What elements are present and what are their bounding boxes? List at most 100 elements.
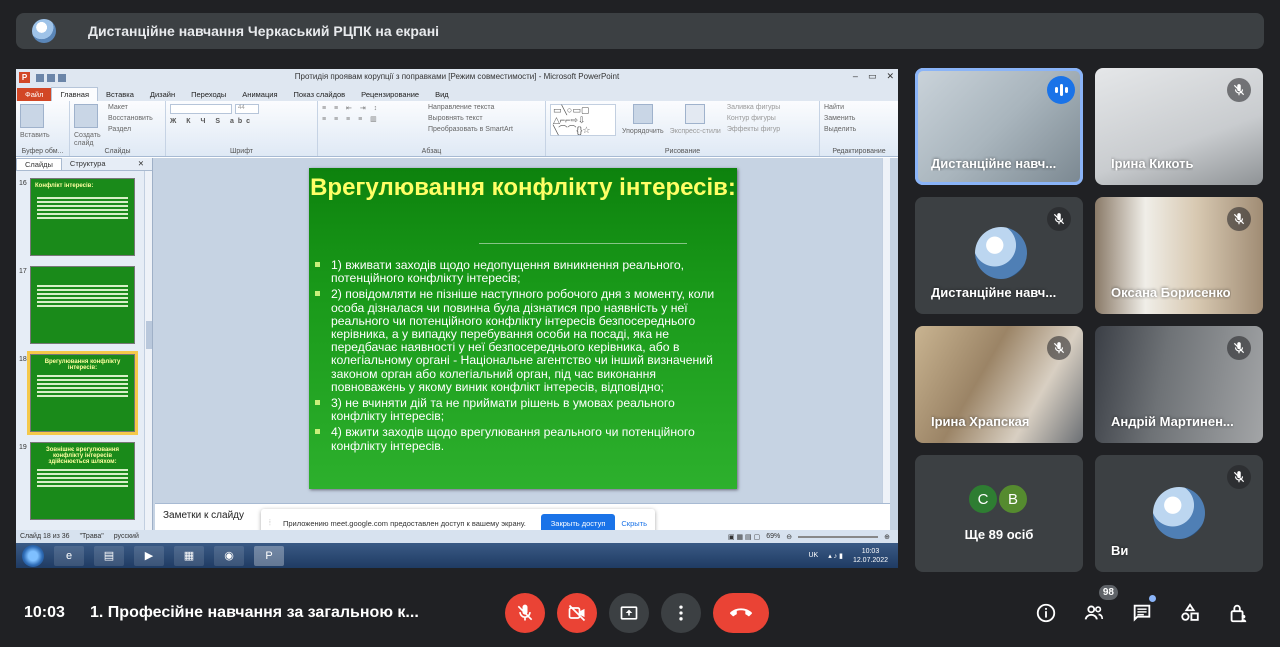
- participant-name: Оксана Борисенко: [1111, 285, 1231, 300]
- slide-editing-area: Врегулювання конфлікту інтересів: 1) вжи…: [155, 158, 890, 503]
- meeting-clock: 10:03: [24, 604, 65, 621]
- tab-view[interactable]: Вид: [427, 88, 457, 101]
- calculator-icon[interactable]: ▦: [174, 545, 204, 566]
- participant-tile[interactable]: Андрій Мартинен...: [1095, 326, 1263, 443]
- people-button[interactable]: 98: [1076, 585, 1118, 631]
- keyboard-language[interactable]: UK: [808, 552, 818, 559]
- layout-button[interactable]: Макет: [108, 104, 153, 115]
- arrange-icon[interactable]: [632, 104, 653, 124]
- tab-home[interactable]: Главная: [51, 87, 98, 101]
- self-tile[interactable]: Ви: [1095, 455, 1263, 572]
- ribbon-group-paragraph: Направление текста Выровнять текст Преоб…: [318, 101, 546, 156]
- convert-smartart-button[interactable]: Преобразовать в SmartArt: [428, 126, 513, 137]
- participant-avatars: С В: [967, 483, 1029, 515]
- font-size-field[interactable]: 44: [235, 104, 259, 114]
- tab-animation[interactable]: Анимация: [234, 88, 285, 101]
- shapes-gallery[interactable]: ▭╲○▭▢ △⌐⌐⇨⇩ ╲⌒⌒{}☆: [550, 104, 616, 136]
- slide-scrollbar[interactable]: [882, 158, 890, 503]
- replace-button[interactable]: Заменить: [824, 115, 894, 126]
- arrange-button[interactable]: Упорядочить: [622, 128, 664, 139]
- slide-bullet: 2) повідомляти не пізніше наступного роб…: [315, 288, 727, 394]
- quick-styles-button[interactable]: Экспресс-стили: [670, 128, 721, 139]
- system-tray: UK ▴ ♪ ▮ 10:03 12.07.2022: [808, 547, 888, 565]
- hide-notification-link[interactable]: Скрыть: [621, 519, 647, 528]
- zoom-out-icon[interactable]: ⊖: [786, 533, 792, 541]
- tab-slideshow[interactable]: Показ слайдов: [286, 88, 354, 101]
- tray-icons[interactable]: ▴ ♪ ▮: [828, 552, 843, 560]
- tab-insert[interactable]: Вставка: [98, 88, 142, 101]
- more-participants-label: Ще 89 осіб: [964, 527, 1034, 542]
- tab-transitions[interactable]: Переходы: [183, 88, 234, 101]
- media-player-icon[interactable]: ▶: [134, 545, 164, 566]
- participant-tile[interactable]: Ірина Кикоть: [1095, 68, 1263, 185]
- zoom-level: 69%: [766, 533, 781, 540]
- zoom-control[interactable]: ▣ ▦ ▤ ▢ 69% ⊖ ⊕: [728, 533, 890, 541]
- toggle-camera-button[interactable]: [557, 593, 597, 633]
- host-controls-button[interactable]: [1220, 595, 1256, 631]
- leave-call-button[interactable]: [713, 593, 769, 633]
- ribbon-group-font: 44 Ж К Ч S abc Шрифт: [166, 101, 318, 156]
- avatar: [975, 227, 1027, 279]
- reset-button[interactable]: Восстановить: [108, 115, 153, 126]
- participant-tile[interactable]: Дистанційне навч...: [915, 197, 1083, 314]
- powerpoint-taskbar-icon[interactable]: P: [254, 545, 284, 566]
- shape-outline-button[interactable]: Контур фигуры: [727, 115, 780, 126]
- font-format-buttons[interactable]: Ж К Ч S abc: [170, 118, 313, 129]
- select-button[interactable]: Выделить: [824, 126, 894, 137]
- ribbon-group-clipboard: Вставить Буфер обм...: [16, 101, 70, 156]
- quick-styles-icon[interactable]: [685, 104, 706, 124]
- mic-off-icon: [1227, 336, 1251, 360]
- toggle-mic-button[interactable]: [505, 593, 545, 633]
- shape-fill-button[interactable]: Заливка фигуры: [727, 104, 780, 115]
- slide-bullet: 4) вжити заходів щодо врегулювання реаль…: [315, 426, 727, 452]
- hang-up-icon: [730, 608, 752, 617]
- participant-tile[interactable]: Дистанційне навч...: [915, 68, 1083, 185]
- powerpoint-window-title: Протидія проявам корупції з поправками […: [294, 72, 620, 81]
- zoom-in-icon[interactable]: ⊕: [884, 533, 890, 541]
- present-screen-button[interactable]: [609, 593, 649, 633]
- more-participants-tile[interactable]: С В Ще 89 осіб: [915, 455, 1083, 572]
- tab-file[interactable]: Файл: [17, 88, 52, 101]
- chat-button[interactable]: [1124, 595, 1160, 631]
- org-logo-icon: [32, 19, 56, 43]
- taskbar-clock[interactable]: 10:03 12.07.2022: [853, 547, 888, 565]
- more-options-button[interactable]: [661, 593, 701, 633]
- shape-effects-button[interactable]: Эффекты фигур: [727, 126, 780, 137]
- activities-icon: [1181, 603, 1199, 621]
- participant-tile[interactable]: Ірина Храпская: [915, 326, 1083, 443]
- participant-name: Дистанційне навч...: [931, 156, 1057, 171]
- new-slide-icon[interactable]: [74, 104, 98, 128]
- tab-design[interactable]: Дизайн: [142, 88, 183, 101]
- drag-handle-icon[interactable]: ⦙: [269, 518, 275, 528]
- activities-button[interactable]: [1172, 595, 1208, 631]
- participant-name: Андрій Мартинен...: [1111, 414, 1234, 429]
- slides-panel-scrollbar[interactable]: [144, 171, 152, 530]
- ie-icon[interactable]: e: [54, 545, 84, 566]
- text-direction-button[interactable]: Направление текста: [428, 104, 513, 115]
- paste-button[interactable]: Вставить: [20, 132, 65, 143]
- tab-slides[interactable]: Слайды: [16, 158, 62, 170]
- start-button-icon[interactable]: [22, 544, 44, 567]
- tab-review[interactable]: Рецензирование: [353, 88, 427, 101]
- slide-counter: Слайд 18 из 36: [20, 533, 70, 540]
- view-buttons[interactable]: ▣ ▦ ▤ ▢: [728, 533, 760, 541]
- avatar: В: [997, 483, 1029, 515]
- new-slide-button[interactable]: Создать слайд: [74, 132, 104, 147]
- find-button[interactable]: Найти: [824, 104, 894, 115]
- align-text-button[interactable]: Выровнять текст: [428, 115, 513, 126]
- slide-bullet: 3) не вчиняти дій та не приймати рішень …: [315, 396, 727, 423]
- meeting-info-button[interactable]: [1028, 595, 1064, 631]
- section-button[interactable]: Раздел: [108, 126, 153, 137]
- participant-name: Дистанційне навч...: [931, 285, 1057, 300]
- paste-icon[interactable]: [20, 104, 44, 128]
- slides-panel-tabs: Слайды Структура ✕: [16, 158, 152, 171]
- mic-off-icon: [1047, 207, 1071, 231]
- explorer-icon[interactable]: ▤: [94, 545, 124, 566]
- mic-off-icon: [1227, 207, 1251, 231]
- close-icon[interactable]: ✕: [130, 158, 152, 170]
- chrome-icon[interactable]: ◉: [214, 545, 244, 566]
- tab-outline[interactable]: Структура: [62, 158, 114, 170]
- participant-tile[interactable]: Оксана Борисенко: [1095, 197, 1263, 314]
- current-slide[interactable]: Врегулювання конфлікту інтересів: 1) вжи…: [309, 168, 737, 489]
- zoom-slider[interactable]: [798, 535, 879, 538]
